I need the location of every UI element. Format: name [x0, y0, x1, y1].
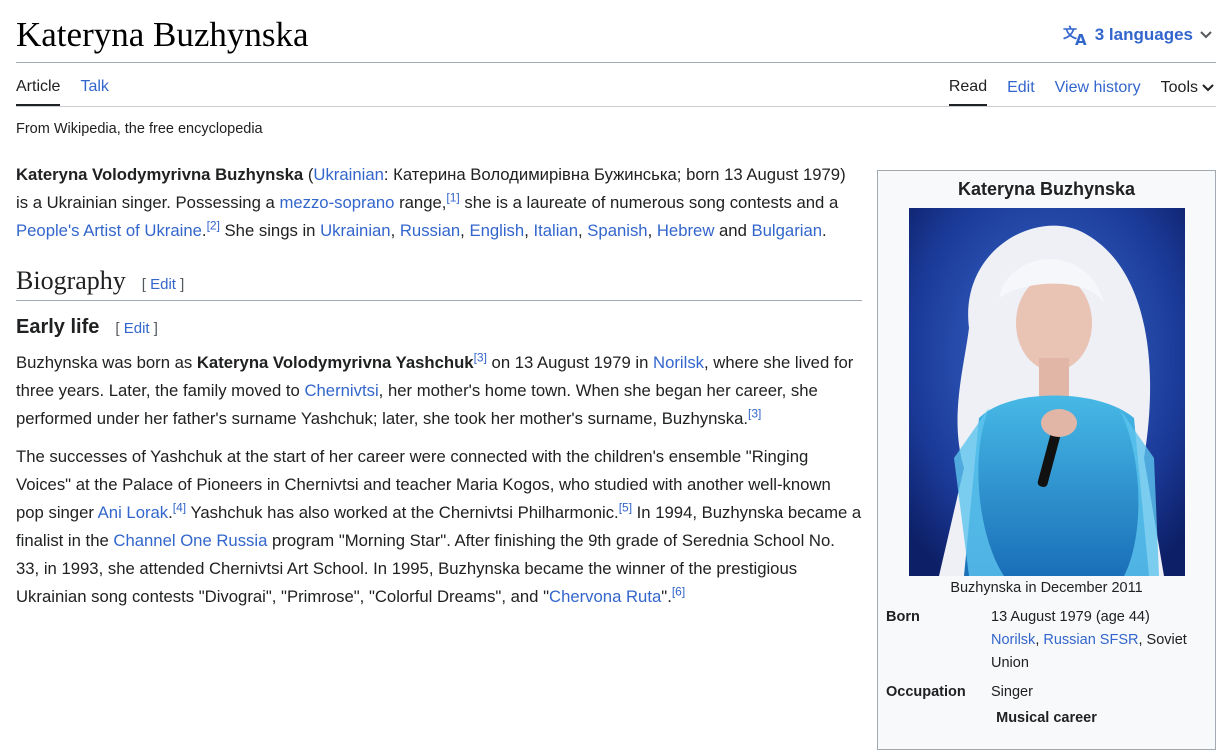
link-ukrainian[interactable]: Ukrainian	[320, 221, 391, 240]
early-life-paragraph-1: Buzhynska was born as Kateryna Volodymyr…	[16, 350, 854, 428]
link-norilsk[interactable]: Norilsk	[653, 353, 704, 372]
language-selector-button[interactable]: 文 A 3 languages	[1063, 24, 1213, 46]
infobox-title: Kateryna Buzhynska	[957, 179, 1136, 199]
subject-name: Kateryna Volodymyrivna Buzhynska	[16, 165, 304, 184]
reference-3[interactable]: [3]	[474, 350, 487, 364]
link-english[interactable]: English	[469, 221, 524, 240]
heading-text: Early life	[16, 315, 100, 338]
reference-4[interactable]: [4]	[173, 500, 186, 514]
reference-3[interactable]: [3]	[748, 406, 761, 420]
view-tabs: Read Edit View history Tools	[948, 78, 1214, 106]
svg-text:A: A	[1075, 31, 1087, 46]
tools-menu-button[interactable]: Tools	[1161, 79, 1214, 105]
namespace-tabs: Article Talk	[16, 78, 109, 106]
title-divider	[16, 62, 1216, 63]
tab-edit[interactable]: Edit	[1007, 79, 1035, 105]
tabs-divider	[16, 106, 1216, 107]
infobox-row-occupation: Occupation Singer	[886, 684, 1033, 700]
section-heading-biography: Biography [ Edit ]	[16, 264, 862, 301]
section-heading-early-life: Early life [ Edit ]	[16, 315, 862, 339]
image-caption: Buzhynska in December 2011	[950, 580, 1143, 596]
site-tagline: From Wikipedia, the free encyclopedia	[16, 121, 263, 137]
page-title: Kateryna Buzhynska	[16, 15, 309, 54]
link-norilsk-infobox[interactable]: Norilsk	[991, 632, 1035, 648]
link-ani-lorak[interactable]: Ani Lorak	[98, 503, 169, 522]
chevron-down-icon	[1202, 79, 1214, 97]
tools-label: Tools	[1160, 79, 1198, 96]
link-chernivtsi[interactable]: Chernivtsi	[304, 381, 378, 400]
link-hebrew[interactable]: Hebrew	[657, 221, 715, 240]
chevron-down-icon	[1199, 30, 1213, 40]
link-peoples-artist[interactable]: People's Artist of Ukraine	[16, 221, 202, 240]
reference-5[interactable]: [5]	[619, 500, 632, 514]
edit-section-early-life[interactable]: [ Edit ]	[115, 320, 158, 338]
link-channel-one-russia[interactable]: Channel One Russia	[113, 531, 267, 550]
heading-text: Biography	[16, 266, 126, 295]
link-russian[interactable]: Russian	[400, 221, 460, 240]
infobox: Kateryna Buzhynska Buzhynska in December…	[877, 170, 1216, 750]
link-mezzo-soprano[interactable]: mezzo-soprano	[279, 193, 394, 212]
edit-section-biography[interactable]: [ Edit ]	[142, 275, 185, 295]
language-count-label: 3 languages	[1094, 25, 1193, 44]
infobox-row-born: Born 13 August 1979 (age 44) Norilsk, Rus…	[886, 609, 1187, 671]
link-russian-sfsr[interactable]: Russian SFSR	[1043, 632, 1138, 648]
link-italian[interactable]: Italian	[533, 221, 578, 240]
link-ukrainian-language[interactable]: Ukrainian	[313, 165, 384, 184]
reference-1[interactable]: [1]	[446, 190, 459, 204]
link-spanish[interactable]: Spanish	[587, 221, 647, 240]
tab-talk[interactable]: Talk	[80, 78, 108, 106]
link-bulgarian[interactable]: Bulgarian	[752, 221, 823, 240]
reference-2[interactable]: [2]	[207, 218, 220, 232]
article-body: Kateryna Volodymyrivna Buzhynska (Ukrain…	[16, 161, 862, 621]
intro-paragraph: Kateryna Volodymyrivna Buzhynska (Ukrain…	[16, 165, 846, 240]
tab-read[interactable]: Read	[948, 78, 988, 106]
tab-view-history[interactable]: View history	[1055, 79, 1141, 105]
portrait-image[interactable]	[908, 208, 1185, 576]
reference-6[interactable]: [6]	[672, 584, 685, 598]
tab-article[interactable]: Article	[16, 78, 61, 106]
link-chervona-ruta[interactable]: Chervona Ruta	[549, 587, 661, 606]
infobox-section-musical-career: Musical career	[996, 710, 1097, 726]
translate-icon: 文 A	[1063, 24, 1089, 46]
early-life-paragraph-2: The successes of Yashchuk at the start o…	[16, 446, 862, 606]
